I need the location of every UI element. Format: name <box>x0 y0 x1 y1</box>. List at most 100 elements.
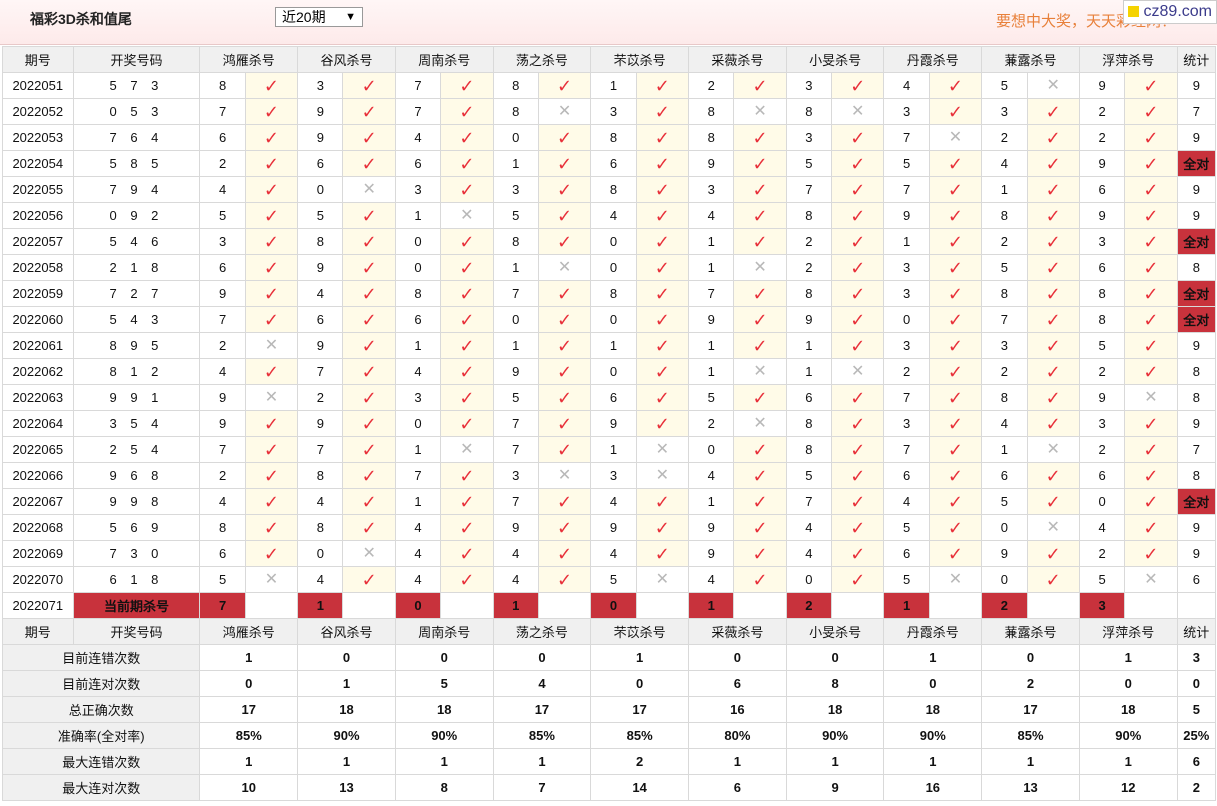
kill-number-cell: 9 <box>1078 384 1126 411</box>
stats-value: 13 <box>981 774 1080 801</box>
kill-number-cell: 8 <box>981 384 1028 411</box>
kill-number-cell: 1 <box>981 176 1028 203</box>
check-icon: ✓ <box>263 465 279 486</box>
stats-value: 6 <box>688 774 787 801</box>
check-icon: ✓ <box>557 231 573 252</box>
check-icon: ✓ <box>557 309 573 330</box>
col-header-expert[interactable]: 荡之杀号 <box>492 618 592 645</box>
kill-number-cell: 1 <box>590 436 637 463</box>
col-header-expert[interactable]: 浮萍杀号 <box>1078 618 1178 645</box>
check-icon: ✓ <box>1045 231 1061 252</box>
result-correct-cell: ✓ <box>537 488 592 515</box>
site-badge[interactable]: cz89.com <box>1122 0 1217 24</box>
check-icon: ✓ <box>1143 491 1159 512</box>
stats-value: 1 <box>981 748 1080 775</box>
col-header-expert[interactable]: 小旻杀号 <box>785 618 885 645</box>
check-icon: ✓ <box>947 465 964 486</box>
result-correct-cell: ✓ <box>635 280 690 307</box>
col-header-expert[interactable]: 鸿雁杀号 <box>199 618 299 645</box>
col-header-expert[interactable]: 采薇杀号 <box>688 618 787 645</box>
current-kill-blank <box>1026 592 1080 619</box>
period-range-select[interactable]: 近20期 ▼ <box>275 7 363 27</box>
col-header-expert[interactable]: 荡之杀号 <box>492 46 592 73</box>
result-correct-cell: ✓ <box>635 124 690 151</box>
result-correct-cell: ✓ <box>733 280 787 307</box>
col-header-expert[interactable]: 蒹露杀号 <box>981 618 1080 645</box>
col-header-expert[interactable]: 谷风杀号 <box>297 46 396 73</box>
kill-number-cell: 3 <box>492 176 539 203</box>
kill-number-cell: 3 <box>785 72 833 99</box>
bottom-header-row: 期号 开奖号码 鸿雁杀号 谷风杀号 周南杀号 荡之杀号 芣苡杀号 采薇杀号 小旻杀号 丹霞杀号 蒹露… <box>2 618 1217 645</box>
kill-number-cell: 9 <box>297 254 344 281</box>
kill-number-cell: 5 <box>981 72 1028 99</box>
table-row: 2022063 9 9 1 9 ✕ 2 ✓ 3 ✓ 5 ✓ 6 ✓ 5 ✓ 6 ✓ 7 ✓ 8 ✓ 9 ✕ 8 <box>2 384 1217 411</box>
kill-number-cell: 4 <box>785 540 833 567</box>
kill-number-cell: 7 <box>199 306 246 333</box>
kill-number-cell: 5 <box>785 462 833 489</box>
table-row: 2022052 0 5 3 7 ✓ 9 ✓ 7 ✓ 8 ✕ 3 ✓ 8 ✕ 8 ✕ 3 ✓ 3 ✓ 2 ✓ 7 <box>2 98 1217 125</box>
current-kill-number: 2 <box>785 592 833 619</box>
kill-number-cell: 0 <box>883 306 930 333</box>
kill-number-cell: 4 <box>394 358 442 385</box>
col-header-expert[interactable]: 采薇杀号 <box>688 46 787 73</box>
col-header-expert[interactable]: 浮萍杀号 <box>1078 46 1178 73</box>
col-header-expert[interactable]: 周南杀号 <box>394 46 494 73</box>
stats-value: 1 <box>883 644 983 671</box>
col-header-period: 期号 <box>2 46 74 73</box>
col-header-expert[interactable]: 芣苡杀号 <box>590 46 690 73</box>
result-correct-cell: ✓ <box>928 254 983 281</box>
stats-value: 1 <box>297 748 396 775</box>
col-header-expert[interactable]: 丹霞杀号 <box>883 46 983 73</box>
check-icon: ✓ <box>557 361 573 382</box>
check-icon: ✓ <box>1143 127 1159 148</box>
check-icon: ✓ <box>752 335 768 356</box>
cross-icon: ✕ <box>264 388 279 406</box>
check-icon: ✓ <box>361 569 377 590</box>
col-header-expert[interactable]: 鸿雁杀号 <box>199 46 299 73</box>
col-header-expert[interactable]: 小旻杀号 <box>785 46 885 73</box>
kill-number-cell: 7 <box>883 176 930 203</box>
kill-number-cell: 8 <box>394 280 442 307</box>
col-header-expert[interactable]: 周南杀号 <box>394 618 494 645</box>
stats-row: 准确率(全对率) 85% 90% 90% 85% 85% 80% 90% 90% 85% 90% 25… <box>1 722 1217 749</box>
kill-number-cell: 1 <box>492 332 539 359</box>
result-correct-cell: ✓ <box>244 514 299 541</box>
kill-number-cell: 6 <box>297 306 344 333</box>
result-correct-cell: ✓ <box>1026 176 1080 203</box>
col-header-expert[interactable]: 谷风杀号 <box>297 618 396 645</box>
result-correct-cell: ✓ <box>537 540 592 567</box>
check-icon: ✓ <box>850 543 866 564</box>
cross-icon: ✕ <box>264 570 279 588</box>
kill-number-cell: 8 <box>297 514 344 541</box>
kill-number-cell: 8 <box>785 410 833 437</box>
stats-value: 17 <box>492 696 592 723</box>
stats-value: 0 <box>394 644 494 671</box>
check-icon: ✓ <box>1045 127 1061 148</box>
check-icon: ✓ <box>850 439 866 460</box>
col-header-expert[interactable]: 芣苡杀号 <box>590 618 690 645</box>
result-correct-cell: ✓ <box>244 124 299 151</box>
col-header-expert[interactable]: 蒹露杀号 <box>981 46 1080 73</box>
check-icon: ✓ <box>263 361 279 382</box>
kill-number-cell: 0 <box>1078 488 1126 515</box>
check-icon: ✓ <box>850 517 866 538</box>
col-header-stat: 统计 <box>1176 46 1217 73</box>
result-correct-cell: ✓ <box>537 358 592 385</box>
check-icon: ✓ <box>361 257 377 278</box>
result-correct-cell: ✓ <box>831 176 885 203</box>
table-row: 2022056 0 9 2 5 ✓ 5 ✓ 1 ✕ 5 ✓ 4 ✓ 4 ✓ 8 ✓ 9 ✓ 8 ✓ 9 ✓ 9 <box>2 202 1217 229</box>
result-correct-cell: ✓ <box>928 384 983 411</box>
result-wrong-cell: ✕ <box>244 566 299 593</box>
result-correct-cell: ✓ <box>1026 306 1080 333</box>
check-icon: ✓ <box>850 465 866 486</box>
stats-value: 18 <box>883 696 983 723</box>
check-icon: ✓ <box>361 205 377 226</box>
check-icon: ✓ <box>850 257 866 278</box>
stats-value: 10 <box>199 774 299 801</box>
current-period-row: 2022071 当前期杀号 7 1 0 1 0 1 2 1 2 3 <box>2 592 1217 619</box>
cross-icon: ✕ <box>1046 440 1060 458</box>
check-icon: ✓ <box>263 491 279 512</box>
kill-number-cell: 0 <box>590 254 637 281</box>
current-stat-blank <box>1176 592 1217 619</box>
col-header-expert[interactable]: 丹霞杀号 <box>883 618 983 645</box>
